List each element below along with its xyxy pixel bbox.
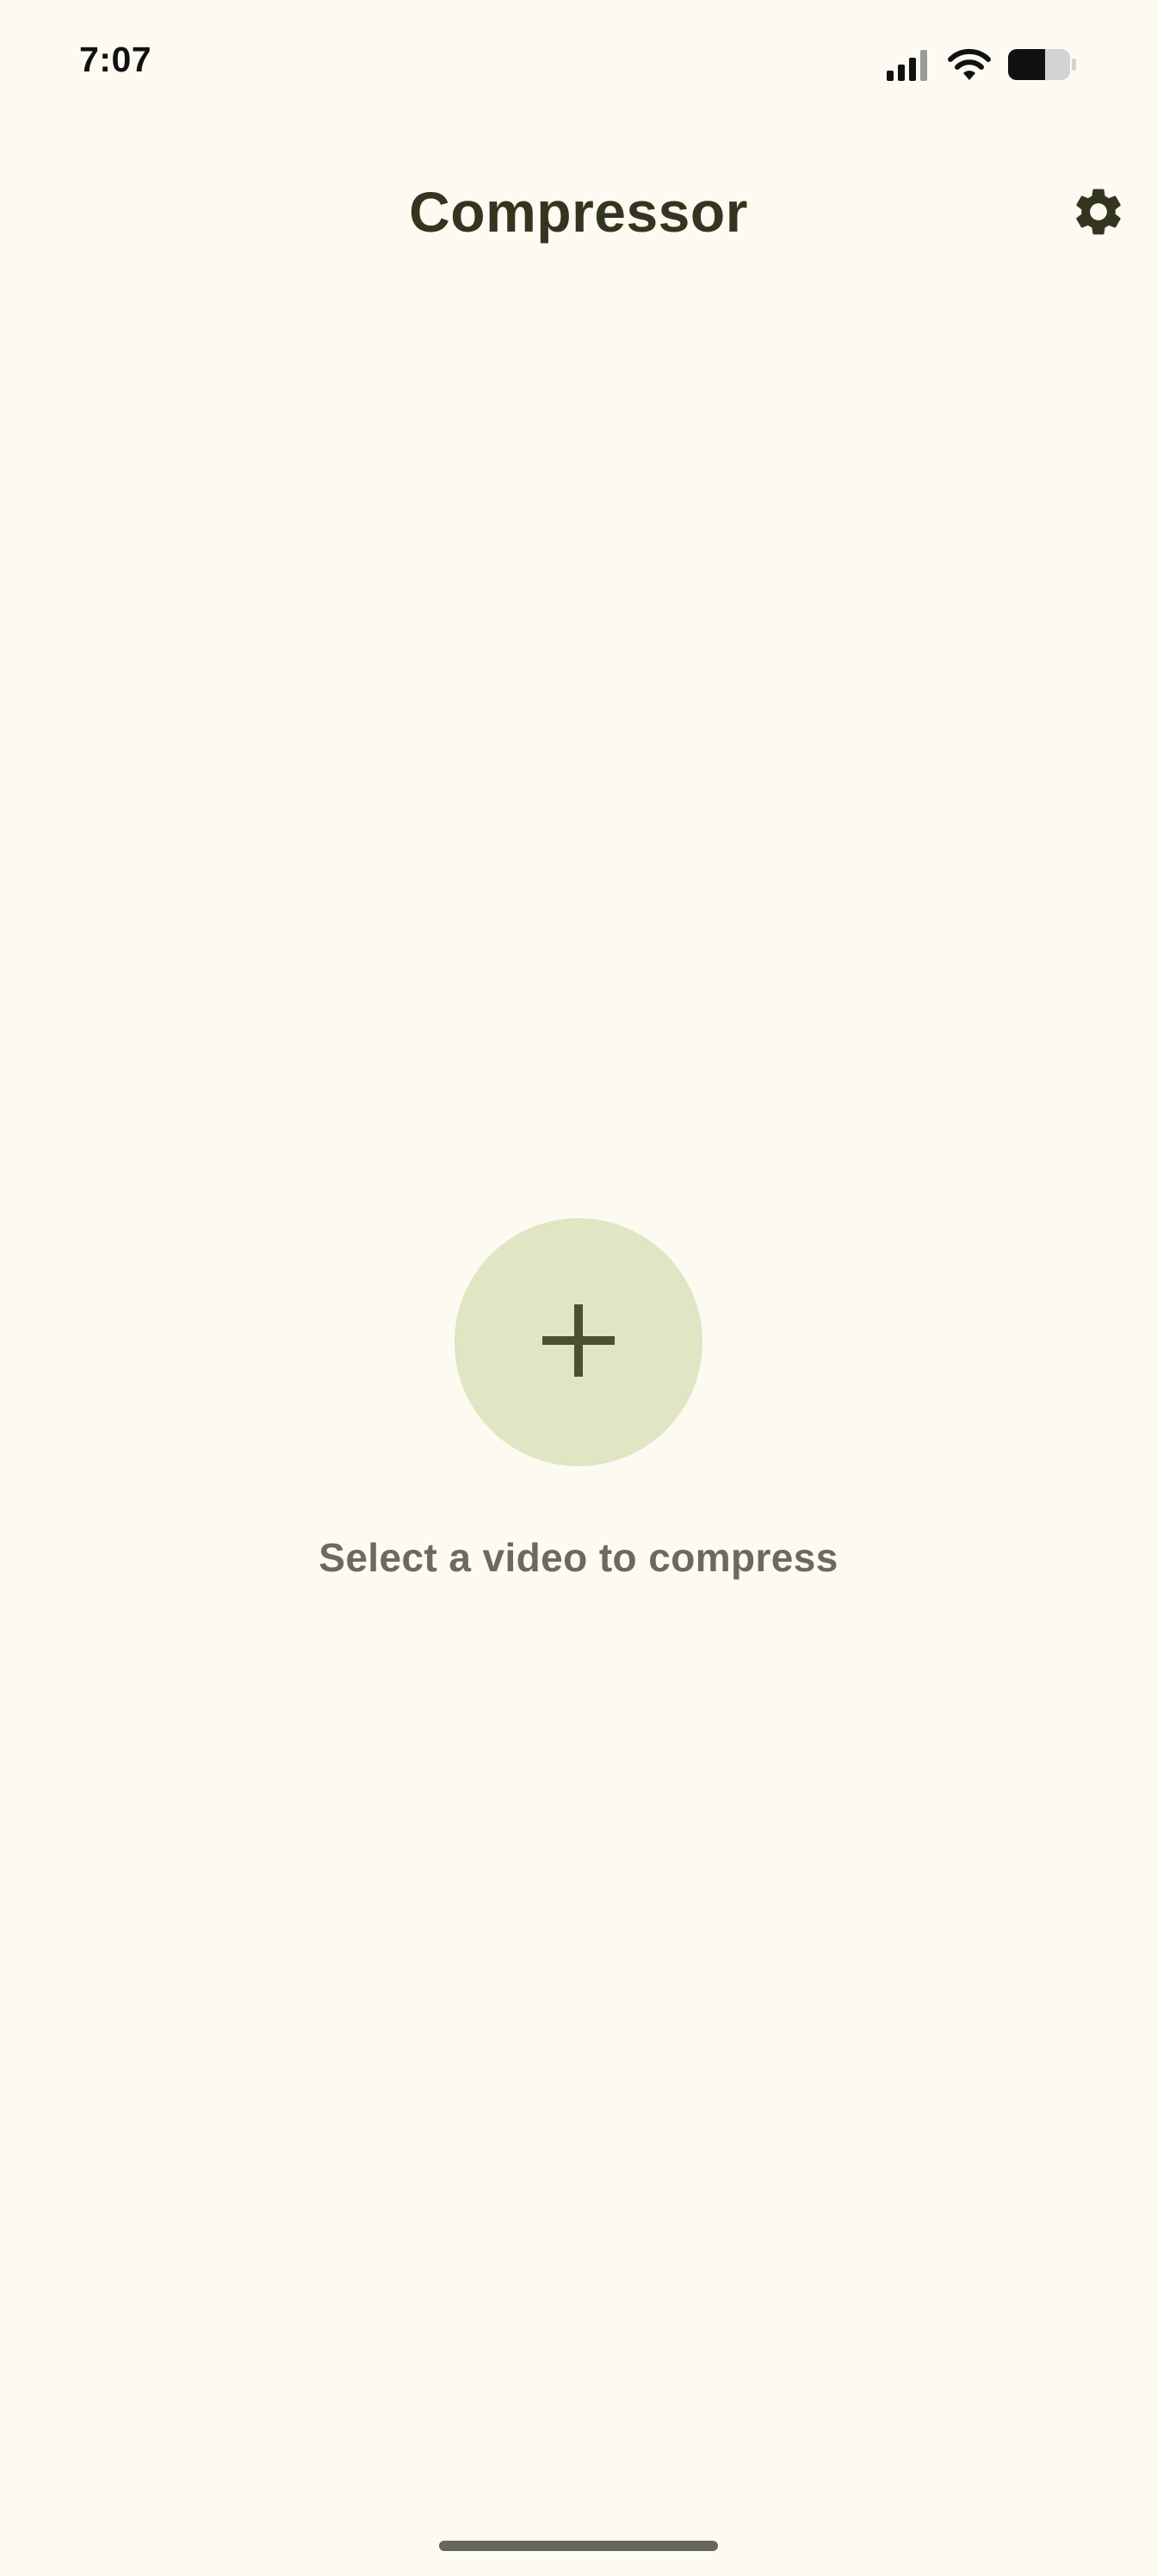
app-bar: Compressor (0, 146, 1157, 276)
add-video-button[interactable] (455, 1218, 702, 1466)
wifi-icon (947, 47, 992, 86)
plus-icon (539, 1301, 618, 1384)
settings-button[interactable] (1062, 177, 1135, 250)
empty-state-label: Select a video to compress (319, 1535, 838, 1580)
home-indicator[interactable] (439, 2541, 718, 2551)
page-title: Compressor (409, 180, 748, 244)
status-icons (885, 46, 1078, 86)
gear-icon (1070, 183, 1127, 245)
status-time: 7:07 (79, 40, 152, 79)
status-bar: 7:07 (0, 0, 1157, 129)
signal-icon (885, 48, 931, 85)
battery-icon (1007, 47, 1078, 86)
